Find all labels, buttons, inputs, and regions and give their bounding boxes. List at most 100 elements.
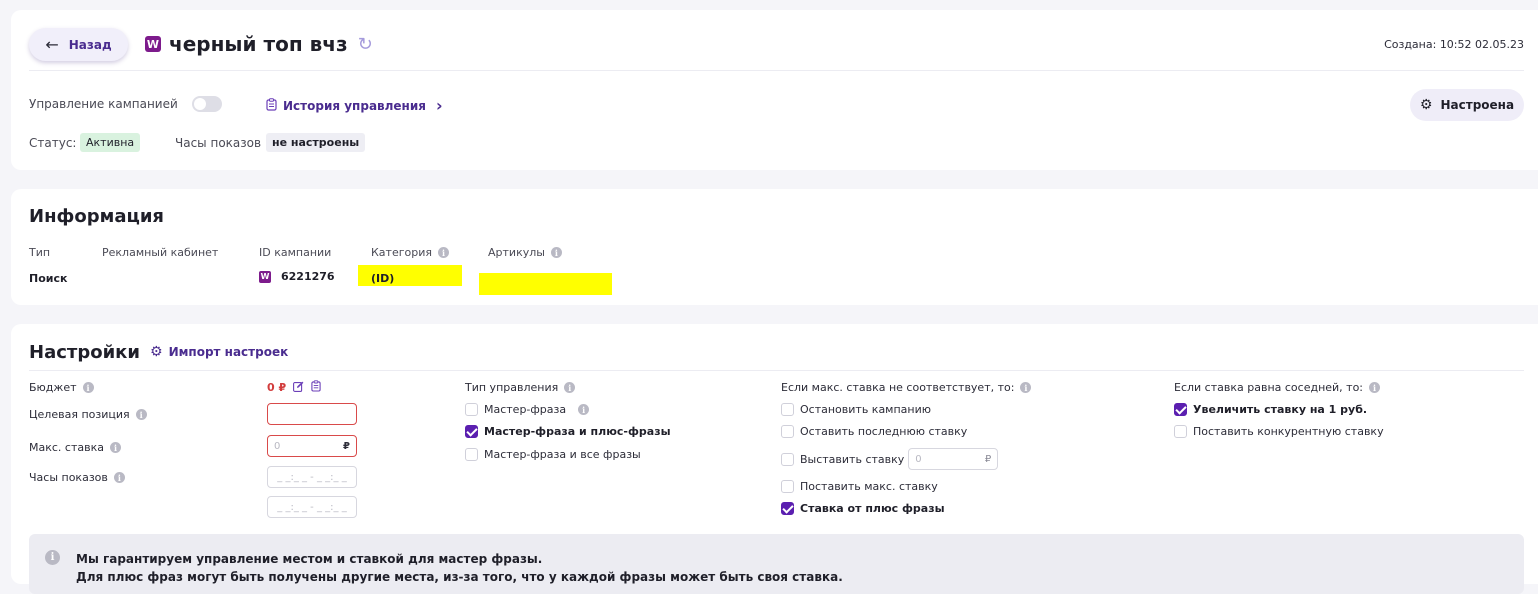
info-icon[interactable]: i (564, 382, 576, 393)
info-icon[interactable]: i (113, 472, 125, 483)
hours-input-1[interactable]: _ _:_ _ - _ _:_ _ (267, 466, 357, 488)
currency-symbol: ₽ (343, 440, 350, 452)
equal-option-competitor[interactable]: Поставить конкурентную ставку (1174, 425, 1384, 438)
notice-banner: i Мы гарантируем управление местом и ста… (29, 534, 1524, 594)
info-icon[interactable]: i (135, 409, 147, 420)
target-position-text: Целевая позиция (29, 408, 130, 421)
history-link[interactable]: История управления › (266, 96, 443, 115)
hours-input-2[interactable]: _ _:_ _ - _ _:_ _ (267, 496, 357, 518)
campaign-name: черный топ вчз (169, 32, 348, 56)
col-articles: Артикулы i (488, 246, 562, 259)
notice-line-2: Для плюс фраз могут быть получены другие… (76, 570, 843, 584)
campaign-header-card: ← Назад W черный топ вчз ↻ Создана: 10:5… (11, 10, 1538, 170)
hours-placeholder: _ _:_ _ - _ _:_ _ (277, 471, 347, 483)
set-bid-input[interactable]: 0 ₽ (908, 448, 999, 470)
control-option-label: Мастер-фраза (484, 403, 567, 416)
created-value: 10:52 02.05.23 (1439, 38, 1524, 51)
info-icon[interactable]: i (1020, 382, 1032, 393)
clipboard-icon (266, 97, 277, 114)
configured-label: Настроена (1440, 98, 1515, 112)
budget-label: Бюджет i (29, 381, 94, 394)
col-cabinet: Рекламный кабинет (102, 246, 219, 259)
refresh-icon[interactable]: ↻ (358, 34, 373, 55)
max-bid-text: Макс. ставка (29, 441, 104, 454)
control-option-master-all[interactable]: Мастер-фраза и все фразы (465, 448, 641, 461)
wildberries-icon: W (145, 36, 161, 52)
settings-divider (29, 370, 1524, 371)
info-icon: i (45, 550, 60, 565)
back-button[interactable]: ← Назад (29, 28, 128, 61)
settings-card: Настройки ⚙ Импорт настроек Бюджет i 0 ₽… (11, 324, 1538, 594)
checkbox[interactable] (465, 448, 478, 461)
mismatch-option-label: Выставить ставку (800, 452, 905, 466)
checkbox[interactable] (465, 403, 478, 416)
settings-title: Настройки (29, 342, 141, 363)
checkbox[interactable] (781, 403, 794, 416)
hours-shows-label: Часы показов i (29, 471, 125, 484)
redaction-articles (479, 273, 612, 295)
col-campaign-id: ID кампании (259, 246, 332, 259)
currency-symbol: ₽ (984, 453, 992, 465)
budget-label-text: Бюджет (29, 381, 77, 394)
management-toggle[interactable] (192, 96, 222, 112)
mismatch-option-stop[interactable]: Остановить кампанию (781, 403, 931, 416)
budget-value: 0 ₽ (267, 380, 321, 395)
mismatch-option-label: Поставить макс. ставку (800, 480, 938, 493)
edit-icon[interactable] (293, 381, 304, 395)
mismatch-option-keep[interactable]: Оставить последнюю ставку (781, 425, 967, 438)
import-settings-link[interactable]: ⚙ Импорт настроек (150, 344, 288, 360)
equal-option-increase[interactable]: Увеличить ставку на 1 руб. (1174, 403, 1367, 416)
col-category-label: Категория (371, 246, 432, 259)
max-bid-input[interactable]: 0 ₽ (267, 435, 357, 457)
mismatch-option-plus[interactable]: Ставка от плюс фразы (781, 502, 945, 515)
checkbox[interactable] (781, 480, 794, 493)
mismatch-option-max[interactable]: Поставить макс. ставку (781, 480, 938, 493)
mismatch-text: Если макс. ставка не соответствует, то: (781, 381, 1015, 394)
clipboard-icon[interactable] (311, 380, 321, 395)
checkbox[interactable] (781, 425, 794, 438)
notice-text: Мы гарантируем управление местом и ставк… (76, 550, 843, 586)
hours-badge: не настроены (266, 133, 366, 152)
category-value: (ID) (371, 272, 395, 285)
checkbox[interactable] (1174, 425, 1187, 438)
checkbox-checked[interactable] (465, 425, 478, 438)
control-option-label: Мастер-фраза и плюс-фразы (484, 425, 671, 438)
set-bid-placeholder: 0 (915, 453, 922, 465)
target-position-input[interactable] (267, 403, 357, 425)
created-label: Создана: (1384, 38, 1437, 51)
hours-placeholder: _ _:_ _ - _ _:_ _ (277, 501, 347, 513)
mismatch-label: Если макс. ставка не соответствует, то: … (781, 381, 1032, 394)
history-label: История управления (283, 98, 426, 113)
checkbox-checked[interactable] (781, 502, 794, 515)
info-icon[interactable]: i (109, 442, 121, 453)
hours-shows-text: Часы показов (29, 471, 108, 484)
col-type: Тип (29, 246, 51, 259)
header-divider (29, 70, 1524, 71)
status-badge: Активна (80, 133, 141, 152)
campaign-id-cell: W 6221276 (259, 270, 335, 283)
gear-icon: ⚙ (1419, 97, 1433, 113)
mismatch-option-label: Остановить кампанию (800, 403, 932, 416)
max-bid-label: Макс. ставка i (29, 441, 121, 454)
type-value: Поиск (29, 272, 68, 285)
control-option-label: Мастер-фраза и все фразы (484, 448, 641, 461)
control-option-master-plus[interactable]: Мастер-фраза и плюс-фразы (465, 425, 671, 438)
info-icon[interactable]: i (578, 404, 590, 415)
mismatch-option-label: Оставить последнюю ставку (800, 425, 968, 438)
wildberries-icon: W (259, 270, 271, 283)
checkbox[interactable] (781, 452, 794, 466)
info-icon[interactable]: i (1369, 382, 1381, 393)
configured-button[interactable]: ⚙ Настроена (1410, 89, 1524, 121)
equal-option-label: Поставить конкурентную ставку (1193, 425, 1384, 438)
hours-label: Часы показов (175, 136, 262, 150)
col-articles-label: Артикулы (488, 246, 545, 259)
info-icon[interactable]: i (550, 247, 562, 258)
status-label: Статус: (29, 136, 77, 150)
info-icon[interactable]: i (82, 382, 94, 393)
info-icon[interactable]: i (437, 247, 449, 258)
checkbox-checked[interactable] (1174, 403, 1187, 416)
campaign-id-value: 6221276 (281, 270, 335, 283)
control-option-master[interactable]: Мастер-фраза i (465, 403, 590, 416)
mismatch-option-set[interactable]: Выставить ставку 0 ₽ (781, 448, 999, 470)
equal-label: Если ставка равна соседней, то: i (1174, 381, 1381, 394)
